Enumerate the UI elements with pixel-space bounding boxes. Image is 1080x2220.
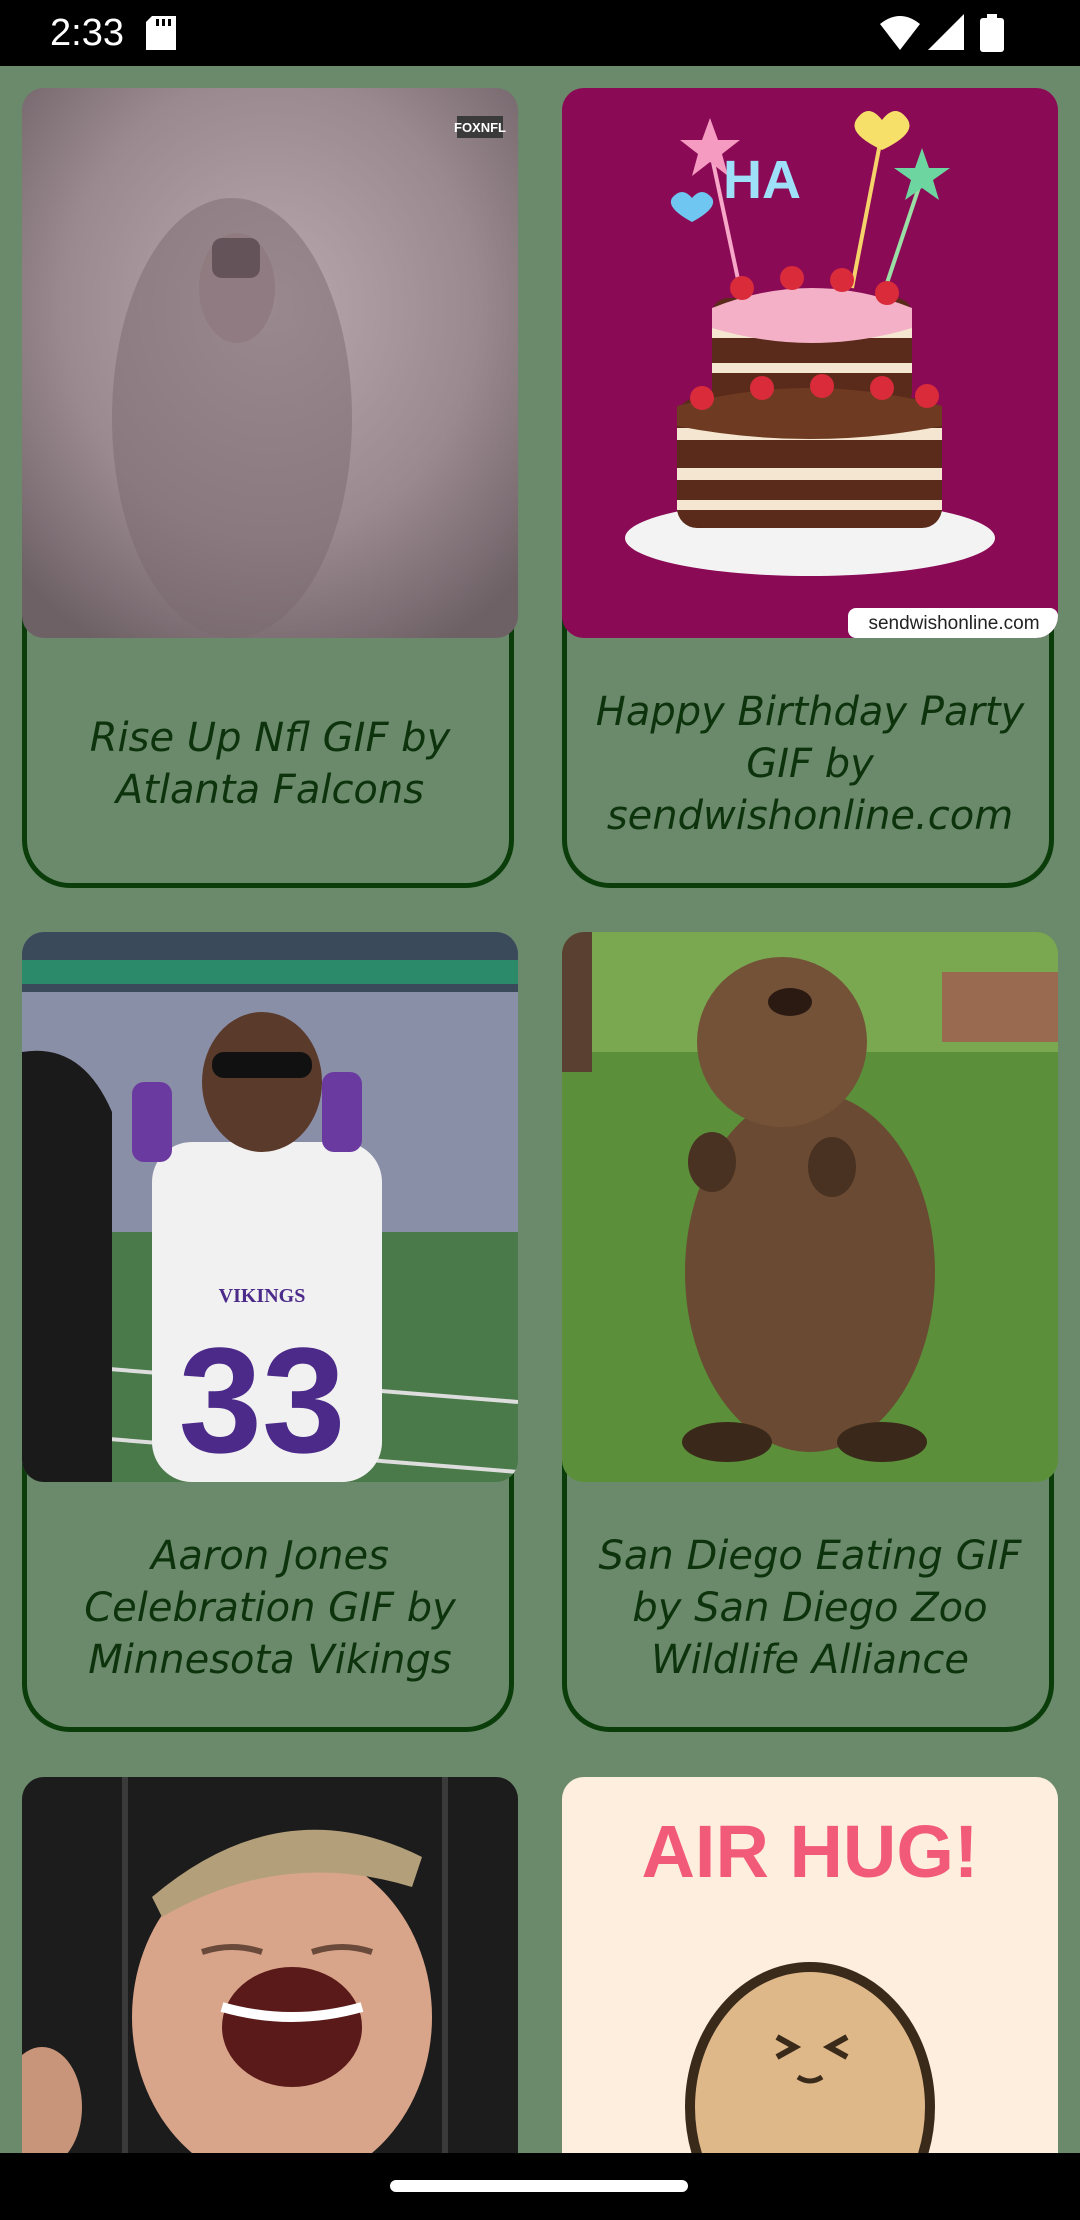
gif-image-birthday[interactable]: HA sendwishonline.com (562, 88, 1058, 638)
status-bar: 2:33 (0, 0, 1080, 66)
gif-caption: Rise Up Nfl GIF by Atlanta Falcons (89, 715, 451, 813)
gif-image-beaver[interactable] (562, 932, 1058, 1482)
jersey-number: 33 (179, 1316, 346, 1482)
laughing-man-image (22, 1777, 518, 2153)
home-indicator[interactable] (390, 2180, 688, 2192)
sendwish-watermark: sendwishonline.com (868, 613, 1039, 634)
birthday-cake-image: HA sendwishonline.com (562, 88, 1058, 638)
cake-letters: HA (723, 150, 801, 210)
air-hug-text: AIR HUG! (641, 1810, 978, 1893)
status-time: 2:33 (50, 12, 124, 54)
gif-caption: Happy Birthday Party GIF by sendwishonli… (595, 689, 1025, 839)
signal-icon (928, 14, 964, 50)
gif-image-air-hug[interactable]: AIR HUG! (562, 1777, 1058, 2153)
gif-caption: Aaron Jones Celebration GIF by Minnesota… (84, 1533, 456, 1683)
gif-image-nfl[interactable]: FOXNFL (22, 88, 518, 638)
gif-image-vikings[interactable]: VIKINGS 33 (22, 932, 518, 1482)
nfl-smoke-image: FOXNFL (22, 88, 518, 638)
wifi-icon (880, 16, 920, 50)
beaver-image (562, 932, 1058, 1482)
battery-icon (980, 14, 1004, 52)
gif-caption: San Diego Eating GIF by San Diego Zoo Wi… (598, 1533, 1022, 1683)
gif-image-laughing-man[interactable] (22, 1777, 518, 2153)
air-hug-image: AIR HUG! (562, 1777, 1058, 2153)
vikings-celebration-image: VIKINGS 33 (22, 932, 518, 1482)
jersey-name: VIKINGS (219, 1285, 306, 1307)
sd-card-icon (146, 16, 176, 50)
fox-nfl-watermark: FOXNFL (454, 120, 506, 135)
